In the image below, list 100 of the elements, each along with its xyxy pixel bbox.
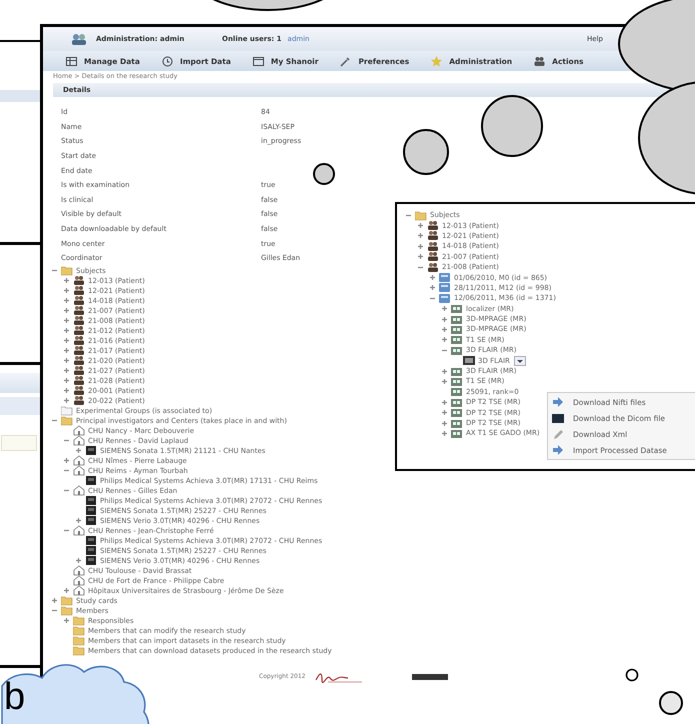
people-icon [534, 56, 546, 66]
expand-toggle[interactable] [441, 326, 448, 333]
expand-toggle[interactable] [63, 317, 70, 324]
thought-bubble [402, 128, 450, 176]
expand-toggle[interactable] [63, 367, 70, 374]
expand-toggle[interactable] [63, 287, 70, 294]
expand-toggle[interactable] [63, 377, 70, 384]
house-icon [73, 575, 85, 586]
wrench-icon [340, 56, 352, 66]
people-icon [427, 262, 439, 273]
exam-icon [439, 292, 451, 304]
people-icon [73, 315, 85, 326]
folder-icon [61, 605, 73, 616]
dicom-icon [552, 412, 564, 424]
house-icon [73, 435, 85, 446]
expand-toggle[interactable] [441, 368, 448, 375]
expand-toggle[interactable] [75, 557, 82, 564]
expand-toggle[interactable] [63, 357, 70, 364]
people-icon [73, 395, 85, 406]
people-icon [73, 375, 85, 386]
people-icon [427, 251, 439, 262]
people-icon [73, 325, 85, 336]
expand-toggle[interactable] [417, 232, 424, 240]
pencil-icon [552, 428, 564, 440]
scanner-icon [85, 555, 97, 566]
window-icon [252, 56, 264, 66]
expand-toggle[interactable] [63, 307, 70, 314]
thought-bubble [480, 94, 544, 158]
expand-toggle[interactable] [63, 277, 70, 284]
expand-toggle[interactable] [417, 242, 424, 250]
scanner-icon [85, 545, 97, 556]
people-icon [73, 365, 85, 376]
house-icon [73, 425, 85, 436]
image-series-icon [451, 386, 463, 398]
scanner-icon [85, 535, 97, 546]
exam-icon [439, 282, 451, 294]
house-icon [73, 485, 85, 496]
expand-toggle[interactable] [429, 274, 436, 282]
people-icon [71, 33, 87, 45]
expand-toggle[interactable] [63, 457, 70, 464]
expand-toggle[interactable] [63, 397, 70, 404]
people-icon [73, 275, 85, 286]
image-series-icon [451, 314, 463, 325]
folder-icon [61, 265, 73, 276]
scanner-icon [85, 515, 97, 526]
exam-icon [439, 272, 451, 284]
table-icon [66, 56, 77, 66]
expand-toggle[interactable] [441, 430, 448, 437]
expand-toggle[interactable] [63, 297, 70, 304]
expand-toggle[interactable] [63, 617, 70, 624]
expand-toggle[interactable] [441, 316, 448, 323]
expand-toggle[interactable] [51, 597, 58, 604]
people-icon [73, 355, 85, 366]
folder-icon [73, 625, 85, 636]
image-series-icon [451, 344, 463, 356]
expand-toggle[interactable] [63, 347, 70, 354]
folder-icon [73, 635, 85, 646]
house-icon [73, 525, 85, 536]
input-field[interactable] [1, 435, 37, 451]
thought-bubble [625, 668, 639, 682]
people-icon [427, 240, 439, 252]
expand-toggle[interactable] [417, 253, 424, 260]
image-series-icon [451, 428, 463, 439]
expand-toggle[interactable] [63, 387, 70, 394]
people-icon [427, 230, 439, 242]
scanner-icon [85, 445, 97, 456]
people-icon [73, 385, 85, 396]
expand-toggle[interactable] [441, 398, 448, 406]
people-icon [73, 305, 85, 316]
people-icon [73, 345, 85, 356]
arrow-icon [552, 396, 564, 408]
monitor-icon [463, 355, 475, 366]
expand-toggle[interactable] [441, 305, 448, 312]
house-icon [73, 465, 85, 476]
folder-icon [415, 210, 427, 221]
folder-icon [61, 595, 73, 606]
expand-toggle[interactable] [441, 420, 448, 426]
expand-toggle[interactable] [441, 378, 448, 385]
clock-icon [162, 56, 173, 66]
scanner-icon [85, 505, 97, 516]
image-series-icon [451, 407, 463, 418]
image-series-icon [451, 418, 463, 429]
people-icon [73, 335, 85, 346]
expand-toggle[interactable] [441, 409, 448, 416]
expand-toggle[interactable] [417, 222, 424, 230]
expand-toggle[interactable] [429, 284, 436, 292]
image-series-icon [451, 396, 463, 408]
expand-toggle[interactable] [441, 336, 448, 344]
image-series-icon [451, 334, 463, 346]
expand-toggle[interactable] [63, 327, 70, 334]
image-series-icon [451, 376, 463, 387]
expand-toggle[interactable] [63, 337, 70, 344]
dropdown-button[interactable] [514, 356, 526, 366]
arrow-icon [552, 444, 564, 456]
folder-icon [61, 405, 73, 416]
expand-toggle[interactable] [75, 447, 82, 454]
scanner-icon [85, 475, 97, 486]
expand-toggle[interactable] [63, 587, 70, 594]
expand-toggle[interactable] [75, 517, 82, 524]
image-series-icon [451, 324, 463, 335]
